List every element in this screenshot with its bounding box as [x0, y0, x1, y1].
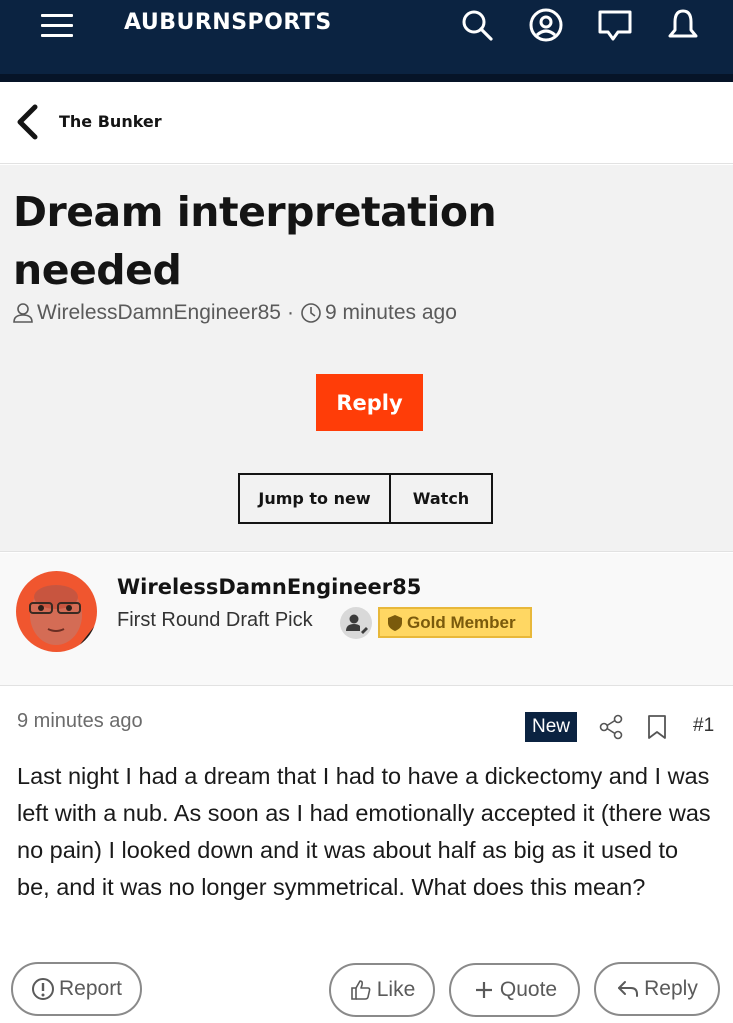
thread-action-group: Jump to new Watch — [238, 473, 493, 524]
user-icon — [13, 303, 33, 323]
chat-icon[interactable] — [596, 6, 634, 44]
post-body: Last night I had a dream that I had to h… — [17, 763, 711, 900]
post-username[interactable]: WirelessDamnEngineer85 — [117, 575, 421, 599]
site-brand[interactable]: AUBURNSPORTS — [124, 10, 332, 35]
avatar[interactable] — [16, 571, 97, 652]
reply-post-button[interactable]: Reply — [594, 962, 720, 1016]
reply-button[interactable]: Reply — [316, 374, 423, 431]
new-badge: New — [525, 712, 577, 742]
account-icon[interactable] — [527, 6, 565, 44]
thread-time[interactable]: 9 minutes ago — [325, 301, 457, 325]
thumbs-up-icon — [350, 980, 371, 1000]
post-number-link[interactable]: #1 — [693, 715, 714, 737]
user-edit-icon — [340, 607, 372, 639]
header-bottom-strip — [0, 74, 733, 82]
plus-icon — [475, 982, 492, 998]
thread-meta: WirelessDamnEngineer85 · 9 minutes ago — [12, 301, 457, 325]
top-navigation-bar: AUBURNSPORTS — [0, 0, 733, 82]
chevron-left-icon[interactable] — [14, 104, 42, 140]
report-label: Report — [58, 977, 123, 1000]
post-timestamp[interactable]: 9 minutes ago — [17, 710, 143, 733]
quote-button[interactable]: Quote — [449, 963, 580, 1017]
menu-icon[interactable] — [38, 10, 78, 42]
jump-to-new-button[interactable]: Jump to new — [240, 475, 391, 522]
bookmark-icon[interactable] — [645, 714, 669, 740]
clock-icon — [301, 303, 321, 323]
breadcrumb-forum-link[interactable]: The Bunker — [59, 112, 162, 131]
shield-icon — [388, 614, 402, 631]
watch-button[interactable]: Watch — [391, 475, 491, 522]
share-icon[interactable] — [598, 714, 624, 740]
meta-separator: · — [286, 301, 294, 324]
search-icon[interactable] — [458, 6, 496, 44]
like-button[interactable]: Like — [329, 963, 435, 1017]
thread-header: Dream interpretation needed WirelessDamn… — [0, 165, 733, 552]
quote-label: Quote — [499, 978, 558, 1001]
thread-title: Dream interpretation needed — [13, 188, 497, 294]
breadcrumb: The Bunker — [0, 82, 733, 164]
user-rank: First Round Draft Pick — [117, 609, 313, 631]
bell-icon[interactable] — [664, 6, 702, 44]
badge-label: Gold Member — [407, 612, 516, 632]
reply-label: Reply — [644, 977, 698, 1000]
gold-member-badge: Gold Member — [378, 607, 532, 638]
thread-author-link[interactable]: WirelessDamnEngineer85 — [37, 301, 281, 325]
report-button[interactable]: Report — [11, 962, 142, 1016]
alert-circle-icon — [31, 978, 54, 1000]
post-author-block: WirelessDamnEngineer85 First Round Draft… — [0, 553, 733, 686]
like-label: Like — [376, 978, 416, 1001]
reply-arrow-icon — [618, 981, 639, 997]
